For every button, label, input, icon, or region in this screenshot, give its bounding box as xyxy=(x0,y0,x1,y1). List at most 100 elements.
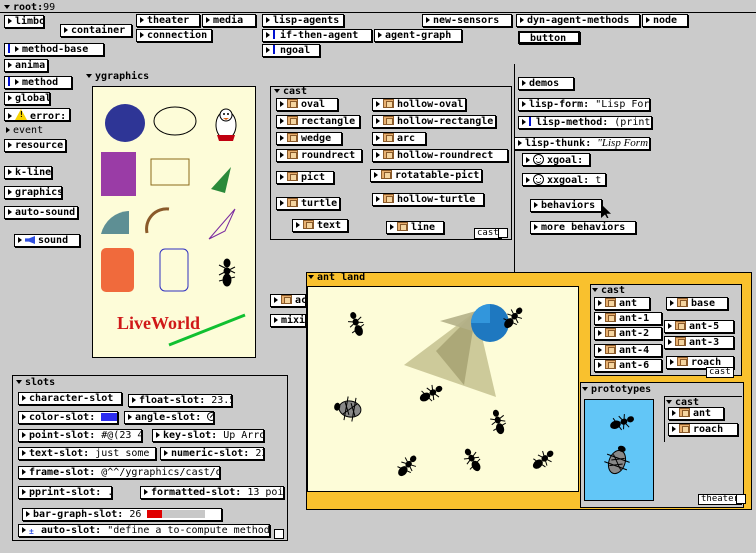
cast-wedge[interactable]: wedge xyxy=(276,132,342,145)
disclosure-triangle-icon[interactable] xyxy=(598,347,602,353)
lisp-form-box[interactable]: lisp-form: "Lisp Form" xyxy=(518,98,650,111)
disclosure-triangle-icon[interactable] xyxy=(8,209,12,215)
disclosure-triangle-icon[interactable] xyxy=(18,237,22,243)
prototypes-canvas[interactable] xyxy=(584,399,654,501)
prototypes-title[interactable]: prototypes xyxy=(582,384,651,396)
ant-cast-ant-2[interactable]: ant-2 xyxy=(594,327,662,340)
ant-sprite[interactable] xyxy=(417,381,445,405)
disclosure-triangle-icon[interactable] xyxy=(274,297,278,303)
disclosure-triangle-icon[interactable] xyxy=(534,202,538,208)
disclosure-triangle-icon[interactable] xyxy=(22,450,26,456)
disclosure-triangle-icon[interactable] xyxy=(598,362,602,368)
disclosure-triangle-icon[interactable] xyxy=(668,339,672,345)
disclosure-triangle-icon[interactable] xyxy=(280,200,284,206)
theater-box[interactable]: theater xyxy=(136,14,200,27)
disclosure-triangle-icon[interactable] xyxy=(670,300,674,306)
disclosure-triangle-icon[interactable] xyxy=(22,432,26,438)
disclosure-triangle-icon[interactable] xyxy=(132,397,136,403)
roundrect-shape[interactable] xyxy=(101,248,134,292)
ant-cast-ant-3[interactable]: ant-3 xyxy=(664,336,734,349)
auto-slot-box[interactable]: ± auto-slot: "define a to-compute method" xyxy=(18,524,270,537)
media-box[interactable]: media xyxy=(202,14,256,27)
bar-graph-slot-box[interactable]: bar-graph-slot: 26 xyxy=(22,508,222,521)
lisp-thunk-box[interactable]: lisp-thunk: "Lisp Form" xyxy=(514,137,650,150)
oval-shape[interactable] xyxy=(105,104,145,142)
disclosure-triangle-icon[interactable] xyxy=(598,315,602,321)
liveworld-text[interactable]: LiveWorld xyxy=(117,313,200,334)
disclosure-triangle-icon[interactable] xyxy=(598,300,602,306)
ant-cast-ant-1[interactable]: ant-1 xyxy=(594,312,662,325)
if-then-agent-box[interactable]: if-then-agent xyxy=(262,29,372,42)
hidden-box-2[interactable]: mixi xyxy=(270,314,306,327)
disclosure-triangle-icon[interactable] xyxy=(376,135,380,141)
disclosure-triangle-icon[interactable] xyxy=(668,323,672,329)
text-slot-box[interactable]: text-slot: just some text xyxy=(18,447,156,460)
slots-resize-handle[interactable] xyxy=(274,529,284,539)
cast-turtle[interactable]: turtle xyxy=(276,197,340,210)
graphics-box[interactable]: graphics xyxy=(4,186,62,199)
lisp-method-box[interactable]: lisp-method: (print self) xyxy=(518,116,652,129)
disclosure-triangle-icon[interactable] xyxy=(376,101,380,107)
disclosure-triangle-icon[interactable] xyxy=(522,101,526,107)
color-slot-box[interactable]: color-slot: xyxy=(18,411,118,424)
disclosure-triangle-icon[interactable] xyxy=(280,101,284,107)
resource-box[interactable]: resource xyxy=(4,139,66,152)
disclosure-triangle-icon[interactable] xyxy=(592,288,598,292)
ant-land-title[interactable]: ant land xyxy=(308,272,365,284)
wedge-shape[interactable] xyxy=(101,211,129,234)
disclosure-triangle-icon[interactable] xyxy=(8,18,12,24)
cast-pict[interactable]: pict xyxy=(276,171,334,184)
ant-cast-ant-4[interactable]: ant-4 xyxy=(594,344,662,357)
proto-cast-ant[interactable]: ant xyxy=(668,407,724,420)
disclosure-triangle-icon[interactable] xyxy=(534,224,538,230)
disclosure-triangle-icon[interactable] xyxy=(526,157,530,163)
arc-shape[interactable] xyxy=(145,207,170,234)
frame-slot-box[interactable]: frame-slot: @^^/ygraphics/cast/oval/ xyxy=(18,466,220,479)
disclosure-triangle-icon[interactable] xyxy=(522,119,526,125)
disclosure-triangle-icon[interactable] xyxy=(128,414,132,420)
cast-arc[interactable]: arc xyxy=(372,132,426,145)
roach-sprite[interactable] xyxy=(332,394,363,422)
cast-roundrect[interactable]: roundrect xyxy=(276,149,362,162)
disclosure-triangle-icon[interactable] xyxy=(374,172,378,178)
more-behaviors-box[interactable]: more behaviors xyxy=(530,221,636,234)
auto-sound-box[interactable]: auto-sound xyxy=(4,206,78,219)
float-slot-box[interactable]: float-slot: 23.56 xyxy=(128,394,232,407)
disclosure-triangle-icon[interactable] xyxy=(8,142,12,148)
ygraphics-title[interactable]: ygraphics xyxy=(86,71,149,83)
cast-rectangle[interactable]: rectangle xyxy=(276,115,360,128)
hollow-oval-shape[interactable] xyxy=(153,106,197,136)
disclosure-triangle-icon[interactable] xyxy=(666,400,672,404)
ant-pict[interactable] xyxy=(218,258,236,287)
disclosure-triangle-icon[interactable] xyxy=(296,222,300,228)
disclosure-triangle-icon[interactable] xyxy=(378,32,382,38)
cast-text[interactable]: text xyxy=(292,219,348,232)
angle-dial-icon[interactable] xyxy=(207,412,213,421)
disclosure-triangle-icon[interactable] xyxy=(390,224,394,230)
key-slot-box[interactable]: key-slot: Up Arrow xyxy=(152,429,264,442)
resize-handle[interactable] xyxy=(498,228,508,238)
disclosure-triangle-icon[interactable] xyxy=(308,275,314,279)
disclosure-triangle-icon[interactable] xyxy=(266,17,270,23)
disclosure-triangle-icon[interactable] xyxy=(22,414,26,420)
dyn-agent-methods-box[interactable]: dyn-agent-methods xyxy=(516,14,640,27)
cast-line[interactable]: line xyxy=(386,221,444,234)
anima-box[interactable]: anima xyxy=(4,59,48,72)
disclosure-triangle-icon[interactable] xyxy=(526,177,530,183)
disclosure-triangle-icon[interactable] xyxy=(22,527,26,533)
disclosure-triangle-icon[interactable] xyxy=(164,450,168,456)
node-box[interactable]: node xyxy=(642,14,688,27)
disclosure-triangle-icon[interactable] xyxy=(280,135,284,141)
disclosure-triangle-icon[interactable] xyxy=(156,432,160,438)
disclosure-triangle-icon[interactable] xyxy=(376,118,380,124)
angle-slot-box[interactable]: angle-slot: xyxy=(124,411,214,424)
disclosure-triangle-icon[interactable] xyxy=(672,410,676,416)
cast-oval[interactable]: oval xyxy=(276,98,338,111)
bar-graph-track[interactable] xyxy=(147,510,206,518)
ant-cast-base[interactable]: base xyxy=(666,297,728,310)
ant-cast-ant[interactable]: ant xyxy=(594,297,650,310)
cast-title[interactable]: cast xyxy=(274,86,307,98)
hollow-turtle-shape[interactable] xyxy=(208,208,236,240)
theater-resize-handle[interactable] xyxy=(736,494,746,504)
demos-box[interactable]: demos xyxy=(518,77,574,90)
